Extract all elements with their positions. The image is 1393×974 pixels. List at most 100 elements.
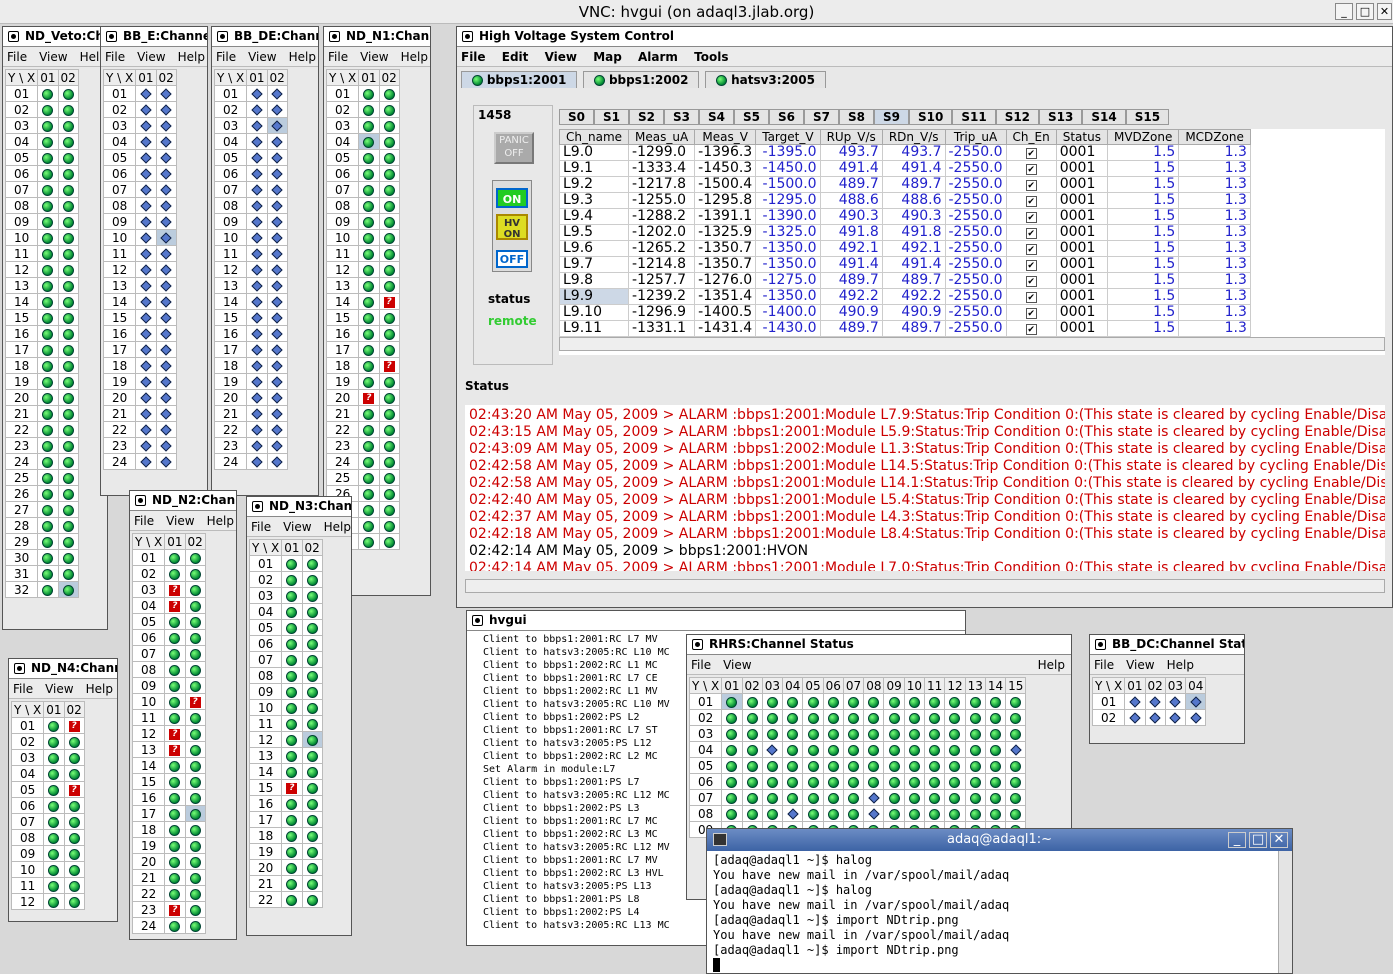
table-cell[interactable]: -1239.2 — [628, 288, 696, 305]
table-cell[interactable]: -1350.0 — [755, 240, 821, 257]
table-cell[interactable]: -2550.0 — [944, 176, 1007, 193]
table-cell[interactable]: L9.0 — [559, 144, 630, 161]
channel-cell[interactable] — [184, 757, 206, 774]
table-row[interactable]: L9.10 -1296.9 -1400.5 -1400.0 490.9 490.9 -255… — [559, 304, 1251, 321]
channel-cell[interactable] — [863, 725, 885, 742]
channel-cell[interactable] — [721, 789, 743, 806]
menu-help[interactable]: Help — [1167, 658, 1194, 672]
table-cell[interactable]: -2550.0 — [944, 224, 1007, 241]
hv-on-button[interactable]: HV ON — [496, 214, 528, 240]
channel-cell[interactable] — [802, 773, 824, 790]
channel-cell[interactable] — [57, 389, 79, 406]
channel-cell[interactable] — [155, 261, 177, 278]
channel-cell[interactable] — [164, 773, 186, 790]
menu-map[interactable]: Map — [593, 50, 622, 64]
channel-cell[interactable] — [37, 581, 59, 598]
channel-cell[interactable] — [822, 725, 844, 742]
channel-cell[interactable] — [155, 101, 177, 118]
channel-cell[interactable] — [301, 619, 323, 636]
channel-cell[interactable] — [358, 261, 380, 278]
channel-cell[interactable] — [63, 733, 85, 750]
channel-cell[interactable] — [164, 805, 186, 822]
window-menu-icon[interactable] — [252, 501, 263, 512]
channel-cell[interactable] — [761, 757, 784, 774]
channel-cell[interactable] — [358, 277, 380, 294]
channel-cell[interactable] — [184, 837, 206, 854]
channel-cell[interactable] — [155, 277, 177, 294]
menu-file[interactable]: File — [7, 50, 27, 64]
channel-cell[interactable] — [281, 651, 303, 668]
column-header[interactable]: Meas_V — [694, 129, 757, 145]
table-cell[interactable]: L9.10 — [559, 304, 630, 321]
channel-cell[interactable] — [135, 357, 157, 374]
table-cell[interactable]: 1.5 — [1106, 272, 1180, 289]
channel-cell[interactable] — [266, 277, 288, 294]
channel-cell[interactable] — [822, 709, 844, 726]
table-cell[interactable]: 1.3 — [1178, 144, 1251, 161]
menu-file[interactable]: File — [13, 682, 33, 696]
table-cell[interactable]: 491.4 — [819, 256, 883, 273]
table-cell[interactable]: -2550.0 — [944, 272, 1007, 289]
channel-cell[interactable] — [301, 843, 323, 860]
channel-cell[interactable] — [281, 811, 303, 828]
channel-cell[interactable] — [281, 571, 303, 588]
channel-cell[interactable] — [63, 861, 85, 878]
channel-cell[interactable] — [37, 213, 59, 230]
channel-cell[interactable] — [135, 229, 157, 246]
channel-cell[interactable] — [57, 437, 79, 454]
channel-cell[interactable] — [246, 245, 268, 262]
channel-cell[interactable] — [266, 389, 288, 406]
tab-slot-s0[interactable]: S0 — [559, 109, 594, 125]
channel-cell[interactable] — [378, 309, 400, 326]
channel-cell[interactable] — [863, 757, 885, 774]
channel-cell[interactable] — [246, 149, 268, 166]
table-row[interactable]: L9.8 -1257.7 -1276.0 -1275.0 489.7 489.7 -2550… — [559, 272, 1251, 289]
channel-cell[interactable] — [964, 789, 986, 806]
channel-cell[interactable] — [964, 709, 986, 726]
table-cell[interactable]: -1350.7 — [694, 240, 757, 257]
channel-cell[interactable] — [266, 213, 288, 230]
channel-cell[interactable] — [37, 549, 59, 566]
channel-cell[interactable] — [57, 517, 79, 534]
table-cell[interactable]: 488.6 — [881, 192, 946, 209]
channel-cell[interactable] — [135, 293, 157, 310]
channel-cell[interactable] — [246, 453, 268, 470]
ch-en-checkbox[interactable]: ✔ — [1005, 208, 1057, 225]
menu-file[interactable]: File — [216, 50, 236, 64]
nd-veto-window[interactable]: ND_Veto:ChannelFileViewHelpY \ X01020102… — [2, 26, 108, 630]
channel-cell[interactable] — [358, 309, 380, 326]
channel-cell[interactable] — [37, 101, 59, 118]
table-cell[interactable]: L9.2 — [559, 176, 630, 193]
channel-cell[interactable] — [135, 341, 157, 358]
table-cell[interactable]: 1.3 — [1178, 240, 1251, 257]
channel-cell[interactable] — [358, 469, 380, 486]
ch-en-checkbox[interactable]: ✔ — [1005, 144, 1057, 161]
channel-cell[interactable] — [863, 789, 885, 806]
channel-cell[interactable] — [301, 667, 323, 684]
channel-cell[interactable] — [37, 181, 59, 198]
table-cell[interactable]: 1.3 — [1178, 176, 1251, 193]
menu-file[interactable]: File — [691, 658, 711, 672]
channel-cell[interactable] — [378, 277, 400, 294]
table-cell[interactable]: 0001 — [1055, 256, 1108, 273]
channel-cell[interactable] — [246, 357, 268, 374]
menu-help[interactable]: Help — [207, 514, 234, 528]
table-cell[interactable]: -2550.0 — [944, 160, 1007, 177]
channel-cell[interactable] — [378, 533, 400, 550]
table-cell[interactable]: -1430.0 — [755, 320, 821, 337]
channel-cell[interactable] — [57, 549, 79, 566]
channel-cell[interactable] — [984, 805, 1007, 822]
table-cell[interactable]: 491.4 — [881, 160, 946, 177]
channel-cell[interactable] — [964, 773, 986, 790]
channel-cell[interactable] — [378, 405, 400, 422]
channel-cell[interactable] — [721, 741, 743, 758]
channel-cell[interactable] — [822, 757, 844, 774]
table-cell[interactable]: -1214.8 — [628, 256, 696, 273]
channel-cell[interactable] — [63, 893, 85, 910]
channel-cell[interactable] — [57, 309, 79, 326]
channel-cell[interactable] — [246, 101, 268, 118]
channel-cell[interactable] — [164, 885, 186, 902]
tab-crate-1[interactable]: bbps1:2001 — [461, 71, 578, 88]
channel-cell[interactable] — [246, 293, 268, 310]
menu-help[interactable]: Help — [178, 50, 205, 64]
